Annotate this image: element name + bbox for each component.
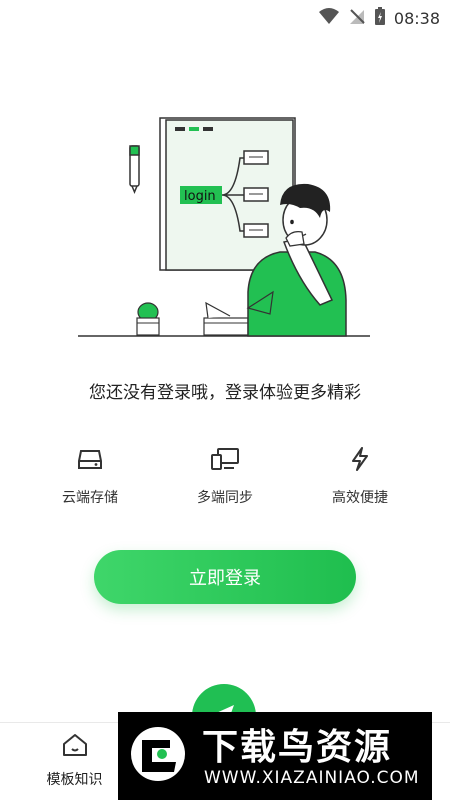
cloud-storage-icon: [77, 445, 103, 473]
feature-multi-device-sync: 多端同步: [160, 445, 290, 507]
signal-off-icon: [348, 7, 366, 29]
feature-label: 高效便捷: [332, 490, 388, 506]
login-illustration: login: [70, 110, 380, 345]
home-icon: [61, 733, 89, 761]
watermark: 下载鸟资源 WWW.XIAZAINIAO.COM: [118, 712, 432, 800]
watermark-logo-icon: [128, 724, 188, 784]
status-icons: 08:38: [318, 6, 440, 30]
nav-item-templates[interactable]: 模板知识: [32, 733, 117, 789]
battery-charging-icon: [374, 6, 386, 30]
feature-label: 多端同步: [197, 490, 253, 506]
watermark-url: WWW.XIAZAINIAO.COM: [204, 768, 420, 788]
login-prompt-text: 您还没有登录哦，登录体验更多精彩: [89, 383, 361, 403]
lightning-icon: [350, 445, 370, 473]
login-button[interactable]: 立即登录: [94, 550, 356, 604]
feature-label: 云端存储: [62, 490, 118, 506]
watermark-title: 下载鸟资源: [202, 727, 393, 768]
feature-list: 云端存储 多端同步 高效便捷: [25, 445, 425, 507]
wifi-icon: [318, 7, 340, 29]
multi-device-sync-icon: [210, 445, 240, 473]
nav-item-label: 模板知识: [46, 772, 103, 788]
feature-efficient: 高效便捷: [295, 445, 425, 507]
status-time: 08:38: [393, 8, 440, 28]
status-bar: 08:38: [0, 0, 450, 32]
feature-cloud-storage: 云端存储: [25, 445, 155, 507]
board-login-text: login: [184, 189, 216, 204]
